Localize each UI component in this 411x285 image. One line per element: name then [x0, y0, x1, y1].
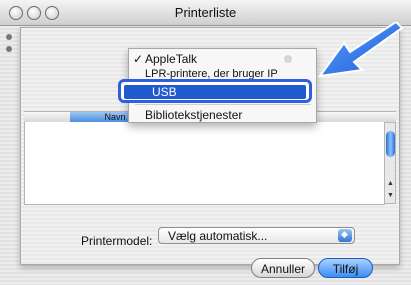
printer-list-window: Printerliste Navn ▲ ▼ Printermodel: Vælg…: [0, 0, 411, 285]
select-arrows-icon[interactable]: ◆: [338, 229, 352, 242]
scroll-thumb[interactable]: [386, 131, 395, 157]
menu-item-label: AppleTalk: [145, 52, 198, 66]
scroll-down-icon[interactable]: ▼: [387, 192, 394, 200]
menu-item-appletalk[interactable]: ✓ AppleTalk: [129, 51, 316, 67]
printer-model-value: Vælg automatisk...: [168, 229, 268, 243]
add-button[interactable]: Tilføj: [318, 258, 373, 278]
checkmark-icon: ✓: [133, 52, 144, 66]
menu-item-usb[interactable]: USB: [118, 79, 312, 103]
usb-highlight: USB: [124, 85, 306, 99]
pointer-arrow-icon: [296, 20, 406, 82]
cancel-button[interactable]: Annuller: [251, 258, 315, 278]
printer-model-select[interactable]: Vælg automatisk... ◆: [158, 227, 355, 244]
printer-model-label: Printermodel:: [81, 234, 153, 248]
vertical-scrollbar[interactable]: ▲ ▼: [384, 122, 396, 204]
scroll-up-icon[interactable]: ▲: [387, 180, 394, 188]
menu-item-directory-services[interactable]: Bibliotekstjenester: [129, 107, 316, 123]
toolbar-icon: [6, 34, 12, 40]
submenu-indicator-icon: [284, 55, 292, 63]
menu-item-label: Bibliotekstjenester: [145, 108, 243, 122]
window-title: Printerliste: [174, 5, 237, 20]
menu-separator: [135, 104, 311, 105]
menu-item-label: USB: [152, 85, 177, 99]
printer-list[interactable]: [24, 122, 385, 205]
toolbar-icon: [6, 46, 12, 52]
